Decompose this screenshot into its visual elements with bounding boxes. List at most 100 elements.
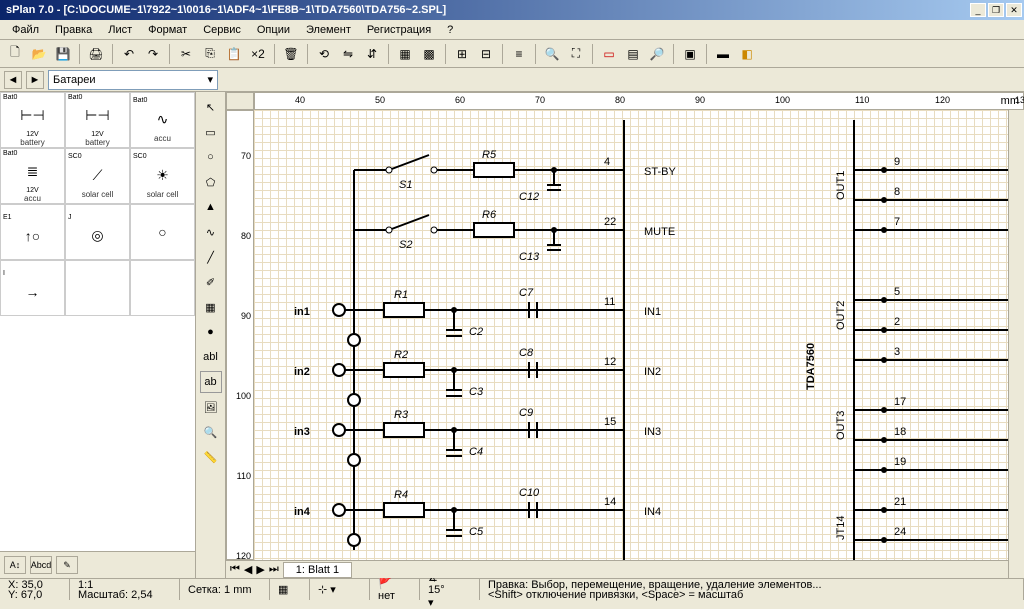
svg-text:3: 3 xyxy=(894,346,900,358)
align-icon[interactable]: ≡ xyxy=(508,43,530,65)
rotate-icon[interactable]: ⟲ xyxy=(313,43,335,65)
tab-first[interactable]: ⏮ xyxy=(230,563,240,576)
measure-tool[interactable]: 📏 xyxy=(200,446,222,468)
lib-prev-button[interactable]: ◄ xyxy=(4,71,22,89)
zoom-tool[interactable]: 🔍 xyxy=(200,421,222,443)
svg-text:C10: C10 xyxy=(519,487,540,499)
pointer-tool[interactable]: ↖ xyxy=(200,96,222,118)
undo-icon[interactable]: ↶ xyxy=(118,43,140,65)
print-icon[interactable]: 🖨 xyxy=(85,43,107,65)
svg-text:TDA7560: TDA7560 xyxy=(805,343,817,390)
textbox-tool[interactable]: ab xyxy=(200,371,222,393)
status-grid: Сетка: 1 mm xyxy=(180,579,270,600)
svg-text:C7: C7 xyxy=(519,287,534,299)
library-item[interactable] xyxy=(65,260,130,316)
menu-element[interactable]: Элемент xyxy=(298,22,359,38)
text-tool[interactable]: abl xyxy=(200,346,222,368)
library-item[interactable]: E1↑○ xyxy=(0,204,65,260)
minimize-button[interactable]: _ xyxy=(970,3,986,17)
chip-icon[interactable]: ▬ xyxy=(712,43,734,65)
bezier-tool[interactable]: ∿ xyxy=(200,221,222,243)
poly-tool[interactable]: ⬠ xyxy=(200,171,222,193)
menu-registration[interactable]: Регистрация xyxy=(359,22,439,38)
menu-help[interactable]: ? xyxy=(439,22,461,38)
zoomfit-icon[interactable]: ⛶ xyxy=(565,43,587,65)
component-icon[interactable]: ▣ xyxy=(679,43,701,65)
library-combo[interactable]: Батареи ▾ xyxy=(48,70,218,90)
library-item[interactable]: J◎ xyxy=(65,204,130,260)
main-toolbar: 🗋 📂 💾 🖨 ↶ ↷ ✂ ⎘ 📋 ×2 🗑 ⟲ ⇋ ⇵ ▦ ▩ ⊞ ⊟ ≡ 🔍… xyxy=(0,40,1024,68)
sheet-tab-1[interactable]: 1: Blatt 1 xyxy=(283,562,352,578)
maximize-button[interactable]: ❐ xyxy=(988,3,1004,17)
menu-format[interactable]: Формат xyxy=(140,22,195,38)
svg-text:in3: in3 xyxy=(294,426,310,438)
titlebar: sPlan 7.0 - [C:\DOCUME~1\7922~1\0016~1\A… xyxy=(0,0,1024,20)
menu-file[interactable]: Файл xyxy=(4,22,47,38)
line-tool[interactable]: ╱ xyxy=(200,246,222,268)
close-button[interactable]: ✕ xyxy=(1006,3,1022,17)
find-icon[interactable]: 🔎 xyxy=(646,43,668,65)
paste-icon[interactable]: 📋 xyxy=(223,43,245,65)
menu-edit[interactable]: Правка xyxy=(47,22,100,38)
library-item[interactable]: SC0⟋solar cell xyxy=(65,148,130,204)
vertical-scrollbar[interactable] xyxy=(1008,110,1024,578)
library-item[interactable] xyxy=(130,260,195,316)
library-item[interactable]: Bat0≣12Vaccu xyxy=(0,148,65,204)
angle-setting[interactable]: ∡ 15° ▾ xyxy=(420,579,480,600)
status-hint2: <Shift> отключение привязки, <Space> = м… xyxy=(488,590,1015,600)
lib-tool-abcd[interactable]: Abcd xyxy=(30,556,52,574)
library-item[interactable]: SC0☀solar cell xyxy=(130,148,195,204)
net-icon[interactable]: ◧ xyxy=(736,43,758,65)
fillpoly-tool[interactable]: ▲ xyxy=(200,196,222,218)
menu-sheet[interactable]: Лист xyxy=(100,22,140,38)
svg-text:R6: R6 xyxy=(482,209,497,221)
lib-next-button[interactable]: ► xyxy=(26,71,44,89)
horizontal-ruler: mm 405060708090100110120130 xyxy=(254,92,1024,110)
library-row: ◄ ► Батареи ▾ xyxy=(0,68,1024,92)
status-zoomratio: Масштаб: 2,54 xyxy=(78,590,171,600)
copy-icon[interactable]: ⎘ xyxy=(199,43,221,65)
rect-tool[interactable]: ▭ xyxy=(200,121,222,143)
list-icon[interactable]: ▤ xyxy=(622,43,644,65)
svg-text:IN4: IN4 xyxy=(644,506,661,518)
delete-icon[interactable]: 🗑 xyxy=(280,43,302,65)
grid-toggle-icon[interactable]: ▦ xyxy=(270,579,310,600)
library-item[interactable]: Bat0∿accu xyxy=(130,92,195,148)
back-icon[interactable]: ▩ xyxy=(418,43,440,65)
lib-tool-edit[interactable]: ✎ xyxy=(56,556,78,574)
tab-last[interactable]: ⏭ xyxy=(269,563,279,576)
svg-text:C12: C12 xyxy=(519,191,539,203)
cut-icon[interactable]: ✂ xyxy=(175,43,197,65)
select-rect-icon[interactable]: ▭ xyxy=(598,43,620,65)
circle-tool[interactable]: ○ xyxy=(200,146,222,168)
new-icon[interactable]: 🗋 xyxy=(4,43,26,65)
ungroup-icon[interactable]: ⊟ xyxy=(475,43,497,65)
tab-prev[interactable]: ◀ xyxy=(244,563,252,576)
grid-tool[interactable]: ▦ xyxy=(200,296,222,318)
zoom-icon[interactable]: 🔍 xyxy=(541,43,563,65)
svg-text:in4: in4 xyxy=(294,506,311,518)
redo-icon[interactable]: ↷ xyxy=(142,43,164,65)
image-tool[interactable]: 🖼 xyxy=(200,396,222,418)
svg-text:22: 22 xyxy=(604,216,616,228)
library-item[interactable]: ○ xyxy=(130,204,195,260)
library-item[interactable]: Bat0⊢⊣12Vbattery xyxy=(0,92,65,148)
duplicate-icon[interactable]: ×2 xyxy=(247,43,269,65)
library-item[interactable]: Bat0⊢⊣12Vbattery xyxy=(65,92,130,148)
snap-toggle[interactable]: ⊹ ▾ xyxy=(310,579,370,600)
flipv-icon[interactable]: ⇵ xyxy=(361,43,383,65)
node-tool[interactable]: ● xyxy=(200,321,222,343)
open-icon[interactable]: 📂 xyxy=(28,43,50,65)
library-item[interactable]: I→ xyxy=(0,260,65,316)
save-icon[interactable]: 💾 xyxy=(52,43,74,65)
menu-options[interactable]: Опции xyxy=(249,22,298,38)
tab-next[interactable]: ▶ xyxy=(256,563,264,576)
group-icon[interactable]: ⊞ xyxy=(451,43,473,65)
library-grid: Bat0⊢⊣12VbatteryBat0⊢⊣12VbatteryBat0∿acc… xyxy=(0,92,195,316)
front-icon[interactable]: ▦ xyxy=(394,43,416,65)
drawing-canvas[interactable]: TDA7560 4 ST-BY 22 MUTE 11 IN1 12 IN2 15… xyxy=(254,110,1024,560)
fliph-icon[interactable]: ⇋ xyxy=(337,43,359,65)
freehand-tool[interactable]: ✐ xyxy=(200,271,222,293)
lib-tool-a[interactable]: A↕ xyxy=(4,556,26,574)
menu-service[interactable]: Сервис xyxy=(195,22,249,38)
